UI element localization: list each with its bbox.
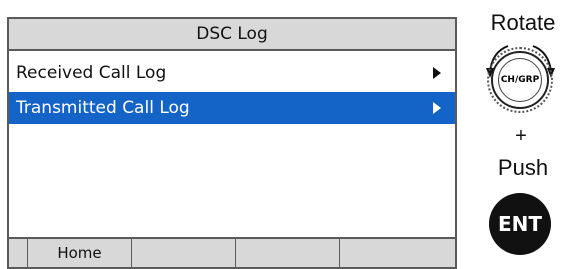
plus-sign: + <box>515 125 527 147</box>
rotate-instruction: Rotate <box>490 10 556 35</box>
lcd-screen: DSC Log Received Call Log Transmitted Ca… <box>7 17 457 269</box>
push-instruction: Push <box>497 155 549 180</box>
softkey-4[interactable] <box>340 239 455 267</box>
ent-button-label: ENT <box>497 212 543 236</box>
softkey-home[interactable]: Home <box>28 239 132 267</box>
softkey-bar: Home <box>9 237 455 267</box>
screen-title: DSC Log <box>196 24 268 44</box>
menu-item-received-call-log[interactable]: Received Call Log <box>9 57 455 89</box>
menu-list: Received Call Log Transmitted Call Log <box>9 57 455 127</box>
softkey-label: Home <box>57 244 102 262</box>
screen-title-bar: DSC Log <box>9 19 455 51</box>
submenu-arrow-icon <box>433 102 441 114</box>
softkey-3[interactable] <box>236 239 340 267</box>
submenu-arrow-icon <box>433 67 441 79</box>
ent-button[interactable]: ENT <box>489 193 551 255</box>
softkey-left-edge <box>9 239 28 267</box>
softkey-2[interactable] <box>132 239 236 267</box>
knob-label: CH/GRP <box>498 58 542 102</box>
menu-item-label: Transmitted Call Log <box>16 98 190 118</box>
menu-item-label: Received Call Log <box>16 63 167 83</box>
knob-body: CH/GRP <box>491 51 549 109</box>
ch-grp-knob[interactable]: CH/GRP <box>478 38 563 123</box>
menu-item-transmitted-call-log[interactable]: Transmitted Call Log <box>9 92 455 124</box>
